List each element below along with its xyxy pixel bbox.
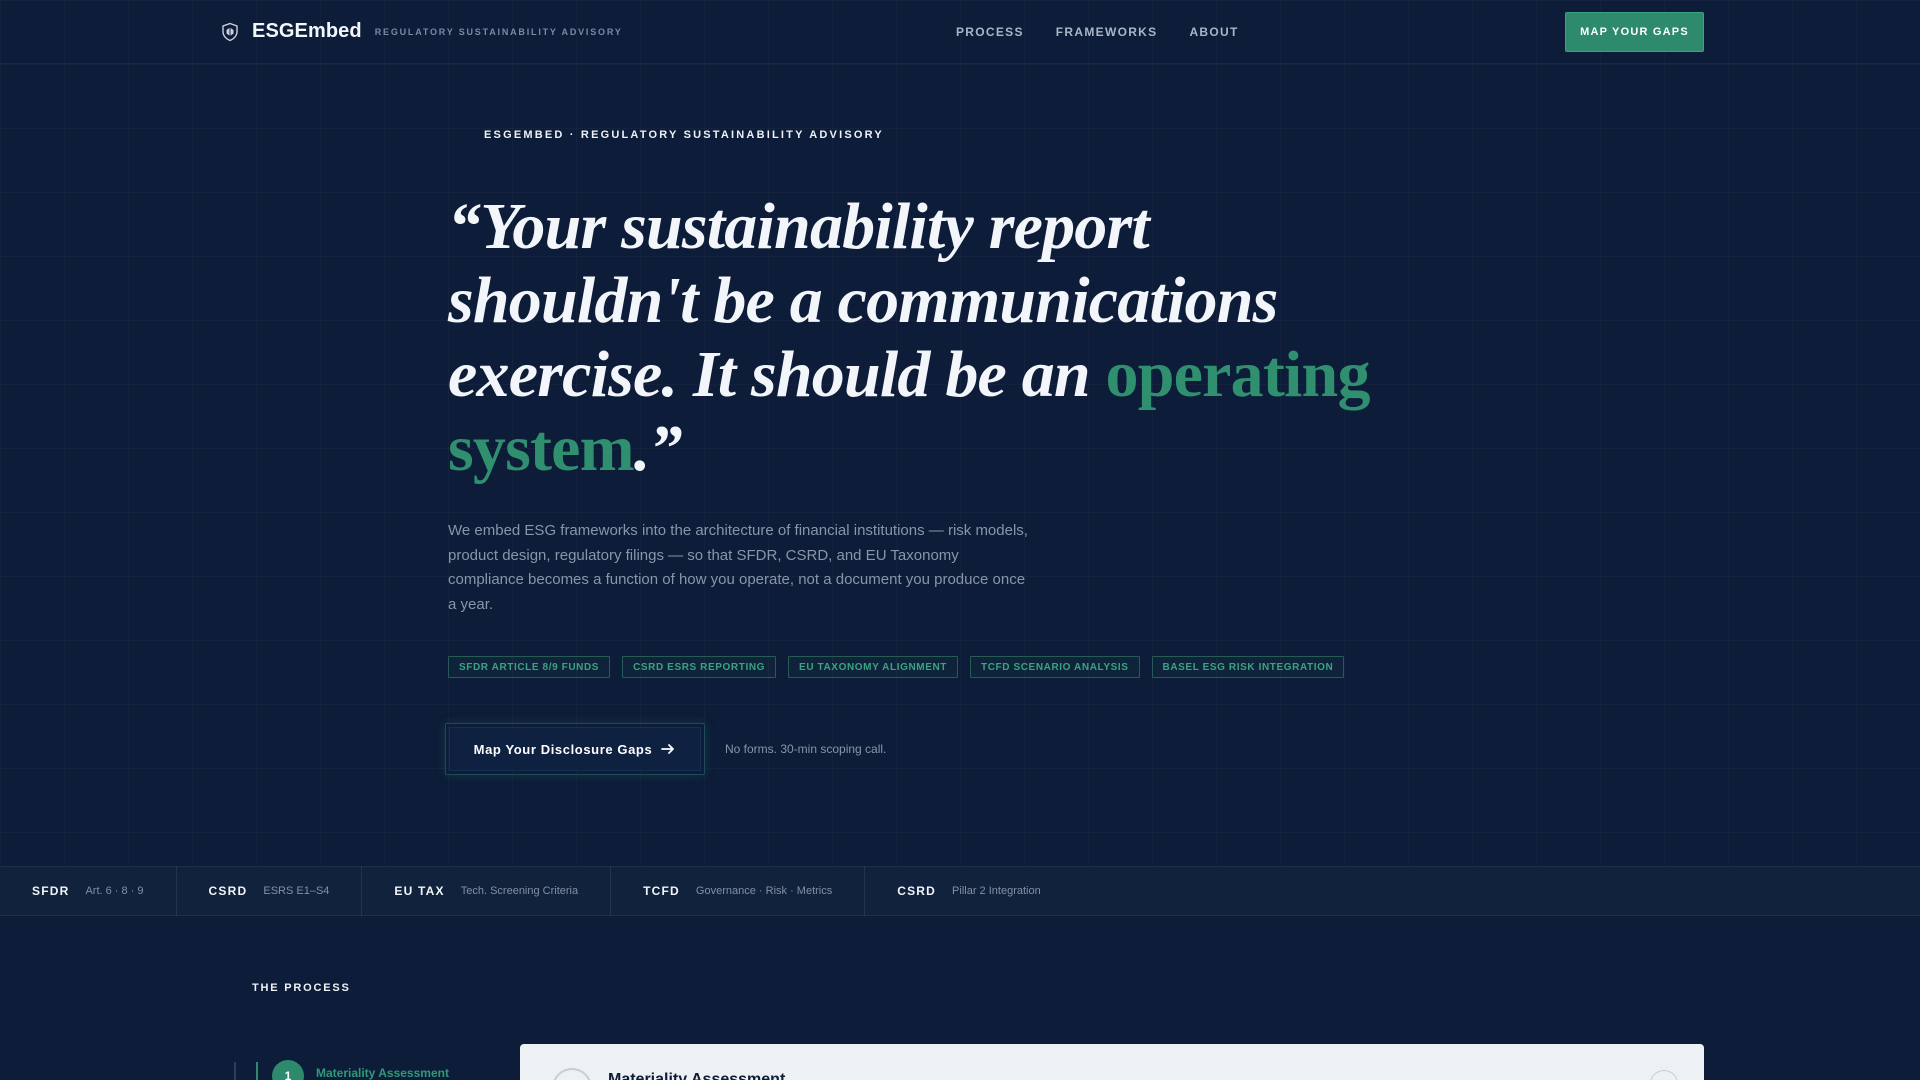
ticker-desc: Tech. Screening Criteria — [460, 885, 579, 897]
hero-description: We embed ESG frameworks into the archite… — [448, 522, 1028, 613]
step-track — [234, 1062, 236, 1080]
hero-quote: “Your sustainability report shouldn't be… — [448, 190, 1388, 486]
ticker-code: CSRD — [897, 884, 937, 898]
brand-name: ESGEmbed — [252, 20, 362, 42]
nav-links: PROCESS FRAMEWORKS ABOUT — [956, 25, 1271, 39]
ticker-item: TCFD Governance · Risk · Metrics — [611, 866, 866, 916]
brand-tagline: REGULATORY SUSTAINABILITY ADVISORY — [374, 26, 623, 37]
cta-label: Map Your Disclosure Gaps — [473, 741, 653, 757]
expand-toggle-icon[interactable] — [1650, 1070, 1678, 1080]
tag-basel: BASEL ESG RISK INTEGRATION — [1151, 656, 1345, 678]
ticker-item: EU TAX Tech. Screening Criteria — [362, 866, 612, 916]
ticker-desc: Governance · Risk · Metrics — [695, 885, 833, 897]
step-label-materiality[interactable]: Materiality Assessment — [316, 1066, 449, 1080]
ticker-desc: Pillar 2 Integration — [952, 885, 1041, 897]
nav-link-frameworks[interactable]: FRAMEWORKS — [1056, 25, 1158, 39]
section-label-process: THE PROCESS — [252, 982, 351, 994]
map-your-gaps-button[interactable]: MAP YOUR GAPS — [1565, 12, 1704, 52]
ticker-code: CSRD — [208, 884, 248, 898]
step-track-active — [256, 1062, 258, 1080]
logo[interactable]: ESGEmbed REGULATORY SUSTAINABILITY ADVIS… — [220, 20, 623, 43]
ticker-item: CSRD Pillar 2 Integration — [865, 866, 1072, 916]
tag-tcfd: TCFD SCENARIO ANALYSIS — [970, 656, 1140, 678]
map-disclosure-gaps-button[interactable]: Map Your Disclosure Gaps — [449, 727, 701, 771]
framework-tags: SFDR ARTICLE 8/9 FUNDS CSRD ESRS REPORTI… — [448, 656, 1356, 678]
nav-link-process[interactable]: PROCESS — [956, 25, 1024, 39]
process-step-card[interactable]: Materiality Assessment — [520, 1044, 1704, 1080]
arrow-right-icon — [661, 744, 675, 754]
tag-csrd: CSRD ESRS REPORTING — [622, 656, 777, 678]
tag-eu-taxonomy: EU TAXONOMY ALIGNMENT — [788, 656, 959, 678]
tag-sfdr: SFDR ARTICLE 8/9 FUNDS — [448, 656, 611, 678]
step-icon-circle — [552, 1068, 592, 1080]
shield-leaf-icon — [222, 22, 238, 41]
hero-quote-part2: .” — [633, 412, 683, 485]
cta-note: No forms. 30-min scoping call. — [725, 742, 887, 756]
ticker-desc: ESRS E1–S4 — [263, 885, 330, 897]
ticker-code: SFDR — [32, 884, 70, 898]
ticker-item: CSRD ESRS E1–S4 — [177, 866, 363, 916]
card-title: Materiality Assessment — [608, 1071, 786, 1080]
hero-eyebrow: ESGEMBED · REGULATORY SUSTAINABILITY ADV… — [484, 129, 884, 141]
nav-link-about[interactable]: ABOUT — [1189, 25, 1238, 39]
ticker-item: SFDR Art. 6 · 8 · 9 — [0, 866, 177, 916]
ticker-code: TCFD — [643, 884, 680, 898]
ticker-desc: Art. 6 · 8 · 9 — [85, 885, 144, 897]
framework-ticker: SFDR Art. 6 · 8 · 9 CSRD ESRS E1–S4 EU T… — [0, 866, 1920, 916]
ticker-code: EU TAX — [394, 884, 445, 898]
step-number-badge[interactable]: 1 — [272, 1060, 304, 1080]
top-navigation: ESGEmbed REGULATORY SUSTAINABILITY ADVIS… — [0, 0, 1920, 64]
